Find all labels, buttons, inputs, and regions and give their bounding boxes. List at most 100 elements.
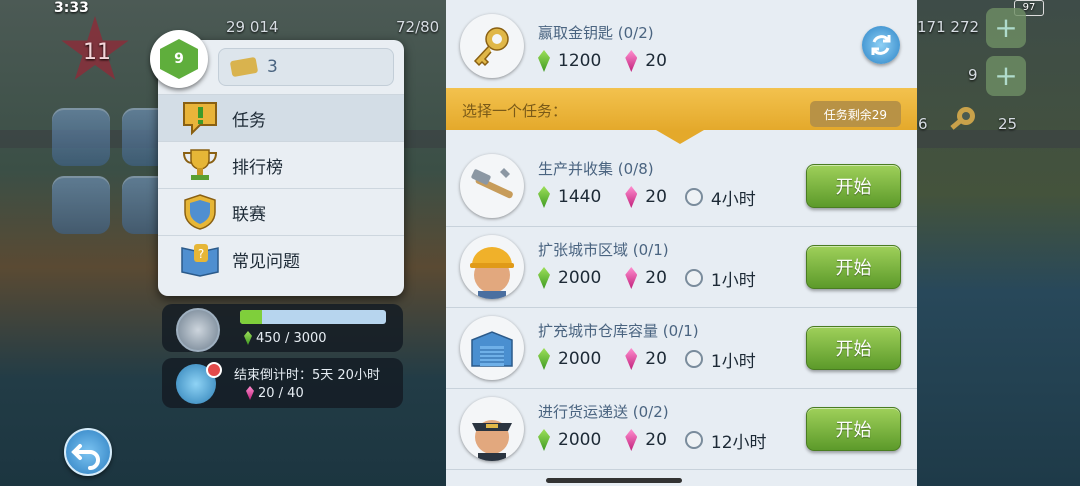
golden-key-mission-row: 赢取金钥匙 (0/2) 1200 20 (446, 0, 917, 88)
mission-time: 12小时 (710, 432, 767, 453)
storage-count: 72/80 (396, 18, 440, 36)
worker-avatar (460, 235, 524, 299)
event-count: 20 / 40 (258, 386, 304, 401)
mission-select-banner: 选择一个任务： 任务剩余29 (446, 88, 917, 144)
start-button[interactable]: 开始 (806, 326, 901, 370)
stopwatch-icon (684, 431, 703, 449)
missions-remaining-text: 任务剩余29 (823, 107, 887, 122)
start-label: 开始 (835, 339, 872, 360)
mission-green-reward: 2000 (558, 430, 602, 450)
progress-bar (240, 310, 386, 324)
mission-row: 进行货运递送 (0/2) 2000 20 12小时 开始 (446, 389, 917, 470)
key-count-box: 3 (218, 48, 394, 86)
mission-row: 扩充城市仓库容量 (0/1) 2000 20 1小时 开始 (446, 308, 917, 389)
menu-label-tasks: 任务 (232, 110, 266, 131)
start-button[interactable]: 开始 (806, 407, 901, 451)
start-button[interactable]: 开始 (806, 164, 901, 208)
hammer-wrench-icon (460, 154, 524, 218)
mission-green-reward: 2000 (558, 268, 602, 288)
add-simcash-button[interactable]: + (986, 8, 1026, 48)
start-label: 开始 (835, 177, 872, 198)
simoleon-gem-icon (538, 50, 550, 72)
start-label: 开始 (835, 258, 872, 279)
mission-green-reward: 1440 (558, 187, 602, 207)
home-indicator (546, 478, 682, 483)
golden-key-avatar (460, 14, 524, 78)
mission-title: 扩张城市区域 (0/1) (538, 241, 669, 259)
back-arrow-icon (71, 444, 100, 470)
golden-key-mission-title: 赢取金钥匙 (0/2) (538, 24, 654, 42)
status-time: 3:33 (54, 0, 89, 16)
trophy-icon (178, 145, 222, 185)
add-coins-button[interactable]: + (986, 56, 1026, 96)
simoleon-gem-icon (538, 186, 550, 208)
simoleon-gem-icon (538, 267, 550, 289)
menu-label-leaderboard: 排行榜 (232, 157, 283, 178)
population-count: 29 014 (226, 18, 279, 36)
pink-gem-icon (625, 429, 638, 451)
mission-rewards: 2000 20 1小时 (538, 346, 756, 372)
golden-key-pink-reward: 20 (645, 51, 667, 71)
refresh-icon (871, 35, 891, 55)
pink-gem-icon (625, 348, 638, 370)
start-label: 开始 (835, 420, 872, 441)
mission-title: 生产并收集 (0/8) (538, 160, 654, 178)
banner-notch (656, 130, 704, 144)
stopwatch-icon (684, 350, 703, 368)
popup-level-number: 9 (174, 51, 184, 67)
event-panel: 结束倒计时：5天 20小时 20 / 40 (162, 358, 403, 408)
simoleon-gem-icon (244, 331, 252, 345)
event-countdown: 结束倒计时：5天 20小时 (234, 368, 380, 383)
menu-item-tasks[interactable]: 任务 (158, 94, 404, 141)
refresh-button[interactable] (862, 26, 900, 64)
back-button[interactable] (64, 428, 112, 476)
player-level: 11 (83, 40, 111, 65)
mission-rewards: 2000 20 12小时 (538, 427, 767, 453)
task-icon (178, 98, 222, 138)
mission-pink-reward: 20 (645, 268, 667, 288)
simcash-count: 171 272 (917, 18, 980, 36)
warehouse-icon (460, 316, 524, 380)
missions-remaining-badge: 任务剩余29 (809, 101, 901, 127)
tools-button[interactable] (52, 108, 110, 166)
golden-key-rewards: 1200 20 (538, 48, 667, 74)
mission-row: 扩张城市区域 (0/1) 2000 20 1小时 开始 (446, 227, 917, 308)
player-level-badge: 9 (150, 30, 208, 88)
mission-rewards: 1440 20 4小时 (538, 184, 756, 210)
city-medal-icon (176, 308, 220, 352)
mission-time: 1小时 (710, 351, 756, 372)
side-value: 6 (918, 115, 928, 133)
simoleon-gem-icon (538, 429, 550, 451)
pink-gem-icon (246, 386, 254, 400)
pink-gem-icon (625, 50, 638, 72)
mission-green-reward: 2000 (558, 349, 602, 369)
menu-label-league: 联赛 (232, 204, 266, 225)
mission-time: 1小时 (710, 270, 756, 291)
svg-text:?: ? (198, 247, 204, 261)
golden-key-green-reward: 1200 (558, 51, 602, 71)
notification-dot-icon (206, 362, 222, 378)
menu-item-leaderboard[interactable]: 排行榜 (158, 141, 404, 188)
mission-title: 扩充城市仓库容量 (0/1) (538, 322, 699, 340)
popup-key-count: 3 (267, 57, 278, 77)
progress-panel: 450 / 3000 (162, 304, 403, 352)
menu-label-faq: 常见问题 (232, 251, 300, 272)
mission-pink-reward: 20 (645, 349, 667, 369)
menu-item-league[interactable]: 联赛 (158, 188, 404, 235)
mission-panel: 赢取金钥匙 (0/2) 1200 20 选择一个任务： 任务剩余29 生产并收集… (446, 0, 917, 486)
pink-gem-icon (625, 267, 638, 289)
keys-count: 25 (998, 115, 1018, 133)
league-shield-icon (178, 192, 222, 232)
level-hex-icon: 9 (160, 39, 198, 79)
pink-gem-icon (625, 186, 638, 208)
mission-time: 4小时 (710, 189, 756, 210)
banner-text: 选择一个任务： (462, 102, 568, 120)
captain-avatar (460, 397, 524, 461)
simoleon-gem-icon (538, 348, 550, 370)
mission-title: 进行货运递送 (0/2) (538, 403, 669, 421)
friends-button[interactable] (52, 176, 110, 234)
menu-item-faq[interactable]: ? 常见问题 (158, 235, 404, 282)
start-button[interactable]: 开始 (806, 245, 901, 289)
faq-book-icon: ? (178, 239, 222, 279)
golden-key-icon (944, 104, 980, 140)
